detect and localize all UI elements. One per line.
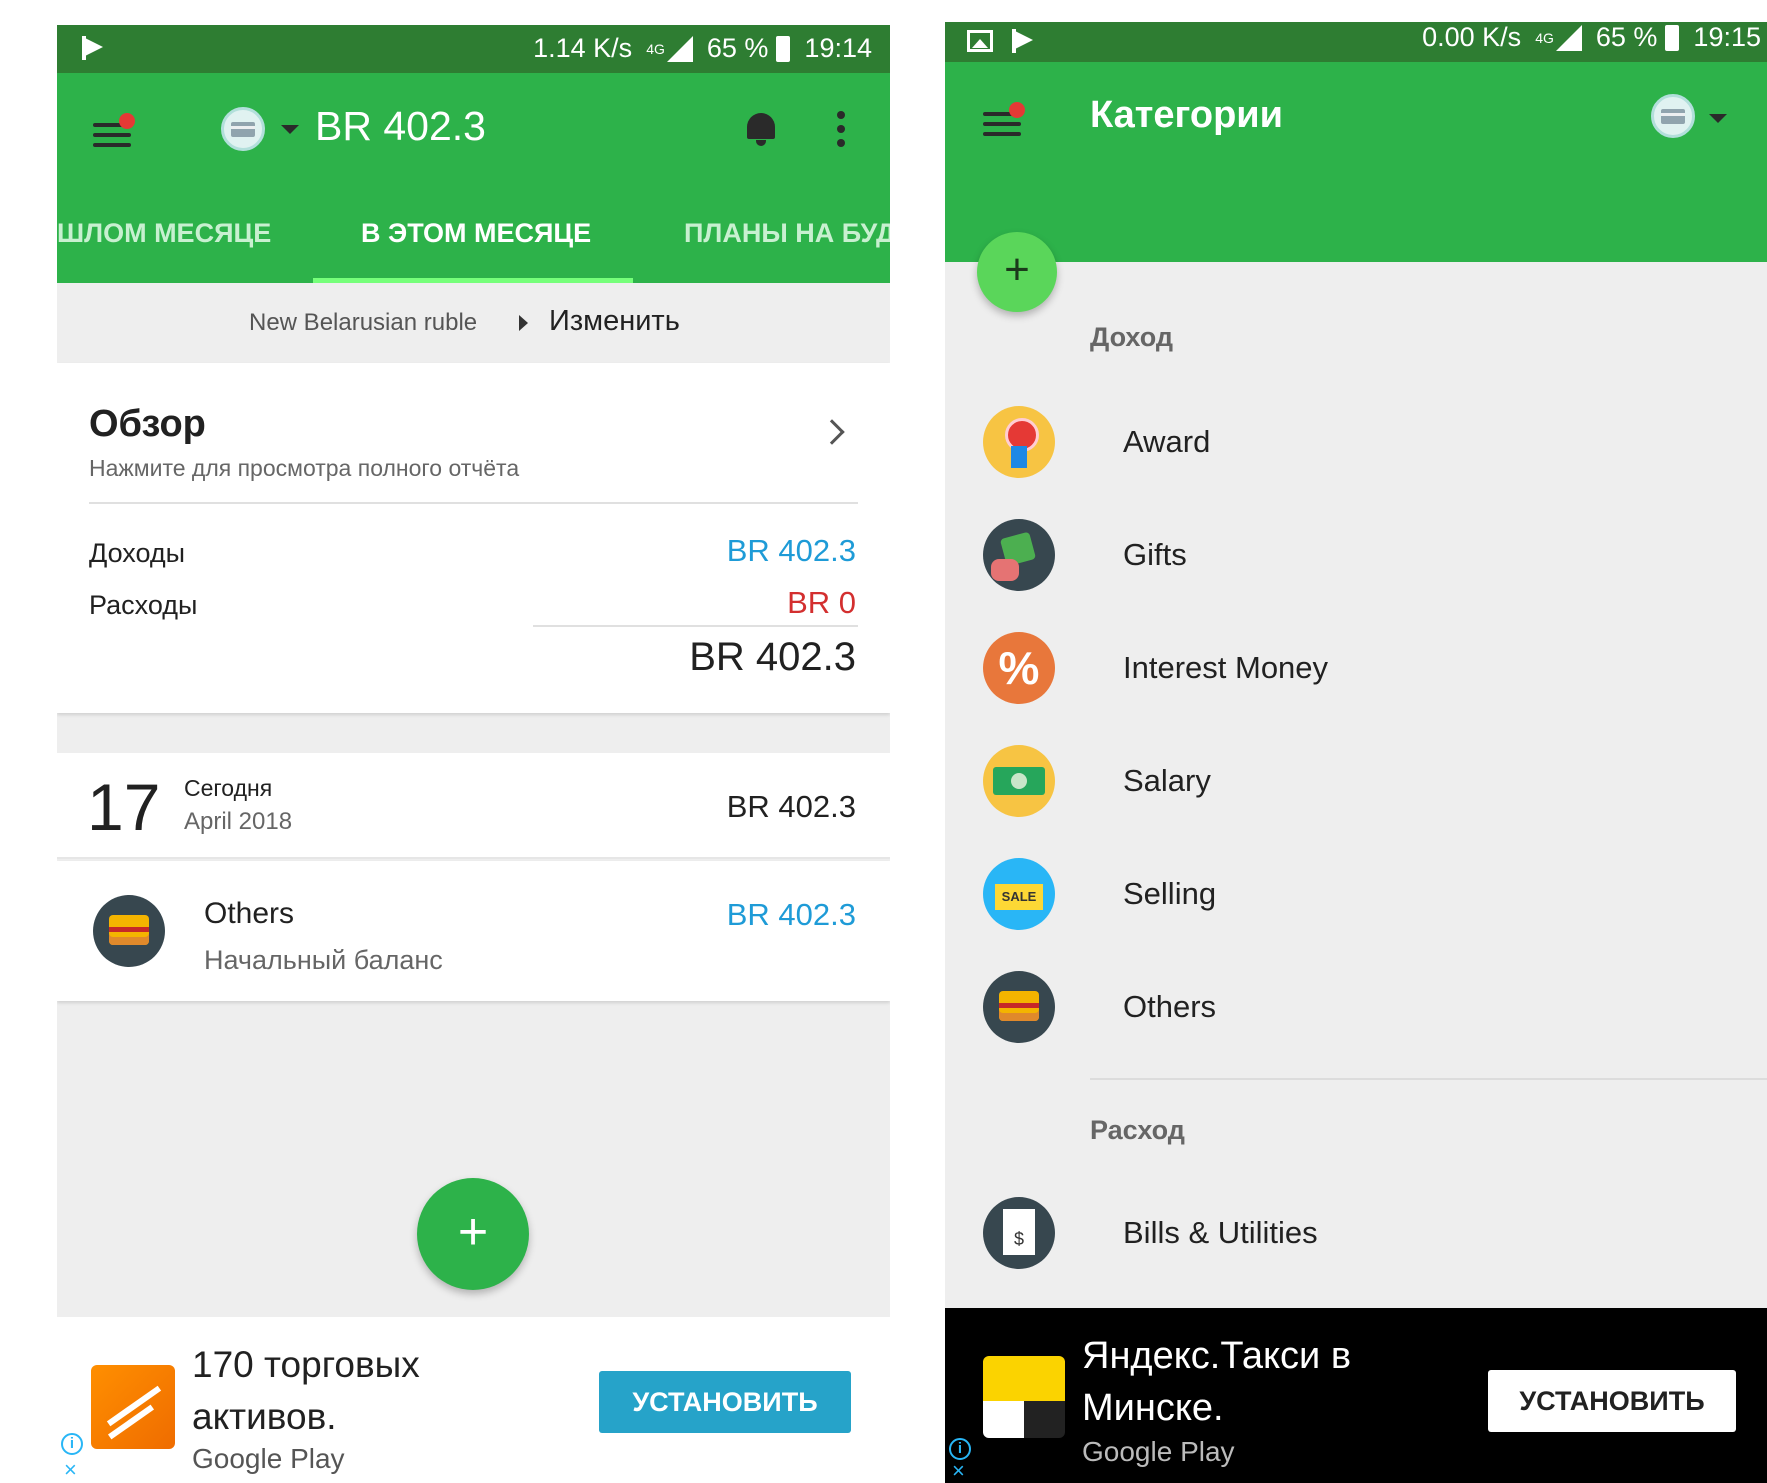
gifts-icon xyxy=(983,519,1055,591)
tab-last-month[interactable]: ШЛОМ МЕСЯЦЕ xyxy=(57,193,271,283)
ad-banner[interactable]: Яндекс.Такси в Минске. Google Play УСТАН… xyxy=(945,1308,1767,1483)
income-section-label: Доход xyxy=(1090,322,1174,352)
ad-close-icon[interactable]: × xyxy=(64,1457,77,1483)
ad-text: Яндекс.Такси в Минске. xyxy=(1082,1330,1351,1434)
ad-info-icon[interactable]: i xyxy=(61,1433,83,1455)
award-icon xyxy=(983,406,1055,478)
interest-icon: % xyxy=(983,632,1055,704)
salary-icon xyxy=(983,745,1055,817)
wallet-dropdown-icon[interactable] xyxy=(1709,114,1727,123)
signal-icon xyxy=(1555,24,1582,51)
ad-app-logo xyxy=(983,1356,1065,1438)
day-total: BR 402.3 xyxy=(726,789,856,824)
clock: 19:15 xyxy=(1693,22,1761,52)
transaction-note: Начальный баланс xyxy=(204,945,443,975)
category-name: Selling xyxy=(1123,876,1217,911)
add-transaction-button[interactable]: + xyxy=(417,1178,529,1290)
battery-icon xyxy=(776,35,791,62)
install-button[interactable]: УСТАНОВИТЬ xyxy=(599,1371,851,1433)
wallet-dropdown-icon[interactable] xyxy=(281,125,299,134)
gallery-notification-icon xyxy=(967,30,993,52)
app-bar: BR 402.3 ШЛОМ МЕСЯЦЕ В ЭТОМ МЕСЯЦЕ ПЛАНЫ… xyxy=(57,73,890,283)
overview-total: BR 402.3 xyxy=(689,635,856,679)
transaction-category: Others xyxy=(204,897,295,930)
divider xyxy=(89,502,858,504)
income-label: Доходы xyxy=(89,538,186,568)
category-name: Bills & Utilities xyxy=(1123,1215,1318,1250)
transaction-amount: BR 402.3 xyxy=(726,897,856,932)
install-button[interactable]: УСТАНОВИТЬ xyxy=(1488,1370,1736,1432)
period-tabs: ШЛОМ МЕСЯЦЕ В ЭТОМ МЕСЯЦЕ ПЛАНЫ НА БУД xyxy=(57,193,890,283)
ad-close-icon[interactable]: × xyxy=(952,1458,965,1483)
tab-this-month[interactable]: В ЭТОМ МЕСЯЦЕ xyxy=(361,193,591,283)
ad-store-name: Google Play xyxy=(192,1443,345,1474)
bell-icon[interactable] xyxy=(743,109,779,149)
page-title: Категории xyxy=(1090,94,1284,136)
box-icon xyxy=(983,971,1055,1043)
currency-name: New Belarusian ruble xyxy=(249,309,478,336)
transaction-row[interactable]: Others Начальный баланс BR 402.3 xyxy=(57,861,890,1001)
tab-future-plans[interactable]: ПЛАНЫ НА БУД xyxy=(684,193,890,283)
notification-flag-icon xyxy=(1009,28,1035,54)
expense-section-label: Расход xyxy=(1090,1115,1185,1145)
network-type: 4G xyxy=(1535,29,1554,46)
notification-dot xyxy=(119,113,135,129)
network-type: 4G xyxy=(646,40,665,57)
category-name: Interest Money xyxy=(1123,650,1329,685)
ad-text-line: активов. xyxy=(192,1396,337,1437)
ad-text-line: Минске. xyxy=(1082,1387,1224,1429)
wallet-icon[interactable] xyxy=(221,107,265,151)
signal-icon xyxy=(666,35,693,62)
phone-screen-categories: 0.00 K/s 4G 65 % 19:15 Категории + Доход… xyxy=(945,22,1767,1483)
phone-screen-transactions: 1.14 K/s 4G 65 % 19:14 BR 402.3 ШЛОМ МЕС… xyxy=(57,25,890,1483)
ad-app-logo xyxy=(91,1365,175,1449)
chevron-right-icon[interactable] xyxy=(819,419,845,445)
network-speed: 0.00 K/s xyxy=(1422,22,1522,52)
menu-icon[interactable] xyxy=(93,113,135,149)
overview-card[interactable]: Обзор Нажмите для просмотра полного отчё… xyxy=(57,363,890,713)
ad-text-line: 170 торговых xyxy=(192,1344,420,1385)
wallet-balance: BR 402.3 xyxy=(315,103,486,149)
add-category-button[interactable]: + xyxy=(977,232,1057,312)
status-bar: 1.14 K/s 4G 65 % 19:14 xyxy=(57,25,890,73)
expense-value: BR 0 xyxy=(787,585,856,620)
wallet-icon[interactable] xyxy=(1651,94,1695,138)
expense-label: Расходы xyxy=(89,590,198,620)
menu-icon[interactable] xyxy=(983,102,1025,138)
overview-title: Обзор xyxy=(89,403,206,445)
battery-level: 65 % xyxy=(706,33,769,63)
ad-store-name: Google Play xyxy=(1082,1436,1235,1467)
ad-info-icon[interactable]: i xyxy=(949,1438,971,1460)
ad-banner[interactable]: 170 торговых активов. Google Play УСТАНО… xyxy=(57,1317,890,1483)
ad-text: 170 торговых активов. xyxy=(192,1339,420,1443)
change-currency-link[interactable]: Изменить xyxy=(549,305,680,338)
box-icon xyxy=(93,895,165,967)
selling-icon xyxy=(983,858,1055,930)
battery-icon xyxy=(1665,24,1680,51)
day-group-header[interactable]: 17 Сегодня April 2018 BR 402.3 xyxy=(57,753,890,859)
divider xyxy=(1090,1078,1767,1080)
notification-dot xyxy=(1009,102,1025,118)
more-options-icon[interactable] xyxy=(837,111,845,147)
day-month: April 2018 xyxy=(184,808,293,835)
caret-right-icon xyxy=(519,315,528,331)
currency-strip: New Belarusian ruble Изменить xyxy=(57,283,890,363)
overview-subtitle: Нажмите для просмотра полного отчёта xyxy=(89,455,520,481)
app-bar: Категории xyxy=(945,62,1767,262)
notification-flag-icon xyxy=(79,35,105,61)
ad-text-line: Яндекс.Такси в xyxy=(1082,1335,1352,1377)
bills-icon xyxy=(983,1197,1055,1269)
battery-level: 65 % xyxy=(1595,22,1658,52)
divider xyxy=(533,625,858,627)
day-number: 17 xyxy=(87,770,161,844)
network-speed: 1.14 K/s xyxy=(533,33,633,63)
income-value: BR 402.3 xyxy=(726,533,856,568)
category-name: Gifts xyxy=(1123,537,1187,572)
category-name: Others xyxy=(1123,989,1217,1024)
day-label: Сегодня xyxy=(184,775,273,801)
clock: 19:14 xyxy=(804,33,872,63)
category-name: Award xyxy=(1123,424,1211,459)
category-name: Salary xyxy=(1123,763,1211,798)
